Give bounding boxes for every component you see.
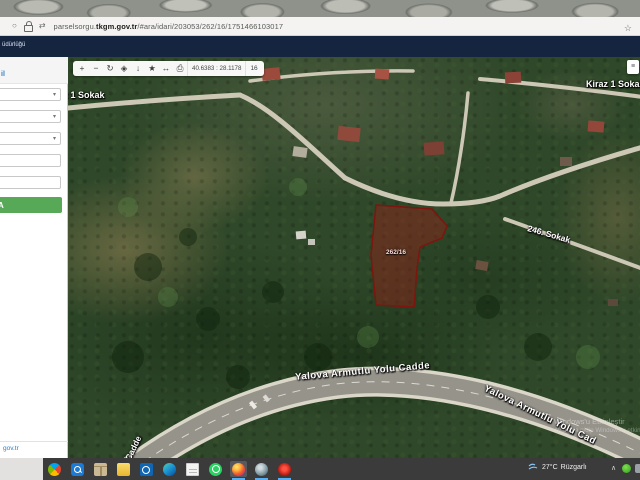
query-button-label-fragment: A	[0, 201, 4, 210]
firefox-app-button[interactable]	[230, 461, 247, 480]
map-geometry	[68, 67, 640, 458]
google-earth-app-button[interactable]	[253, 461, 270, 480]
parcel-number-label[interactable]: 262/16	[368, 249, 424, 256]
whatsapp-icon	[209, 462, 222, 476]
street-label-kiraz-1-sokak-right: Kiraz 1 Sokak	[586, 79, 640, 89]
taskbar-pinned-apps	[46, 461, 293, 480]
record-icon	[278, 462, 291, 476]
url-domain: tkgm.gov.tr	[96, 21, 138, 31]
site-title-fragment: üdürlüğü	[2, 42, 26, 48]
document-icon	[186, 462, 199, 476]
screen: ○ ⇄ parselsorgu.tkgm.gov.tr/#ara/idari/2…	[0, 0, 640, 480]
chevron-down-icon: ▾	[52, 114, 56, 120]
block-number-input[interactable]	[0, 154, 61, 167]
download-button[interactable]: ↓	[131, 61, 145, 76]
tray-clipped-icon[interactable]	[635, 464, 640, 473]
outlook-icon	[140, 462, 153, 476]
measure-button[interactable]: ↔	[159, 61, 173, 76]
firefox-icon	[232, 462, 245, 476]
store-app-button[interactable]	[92, 461, 109, 477]
search-icon	[71, 462, 84, 476]
street-label-kiraz-1-sokak: Kiraz 1 Sokak	[68, 90, 105, 100]
zoom-in-button[interactable]: +	[75, 61, 89, 76]
taskbar-search-area[interactable]	[0, 458, 43, 480]
bookmark-star-icon[interactable]: ☆	[624, 19, 632, 37]
lock-icon[interactable]	[23, 20, 33, 32]
url-text[interactable]: parselsorgu.tkgm.gov.tr/#ara/idari/20305…	[54, 22, 284, 31]
parcel-number-input[interactable]	[0, 176, 61, 189]
taskbar: 27°C Rüzgarlı ∧	[0, 458, 640, 480]
folder-icon	[117, 462, 130, 476]
weather-condition: Rüzgarlı	[560, 464, 587, 471]
url-path: /#ara/idari/203053/262/16/1751466103017	[137, 21, 284, 31]
google-earth-icon	[255, 462, 268, 476]
site-permissions-icon[interactable]: ○	[12, 17, 17, 35]
weather-widget[interactable]: 27°C Rüzgarlı	[528, 463, 587, 472]
outlook-app-button[interactable]	[138, 461, 155, 477]
zoom-level-readout: 16	[245, 61, 261, 76]
sidebar-footer-divider	[0, 441, 68, 442]
layers-toggle-button[interactable]: ≡	[627, 60, 639, 74]
lock-body	[23, 25, 33, 32]
sidebar-footer-link[interactable]: gov.tr	[3, 445, 19, 452]
weather-temperature: 27°C	[542, 464, 558, 471]
search-app-button[interactable]	[69, 461, 86, 477]
chevron-down-icon: ▾	[52, 92, 56, 98]
watermark-line-1: Windows'u Etkinleştir	[554, 417, 625, 426]
document-app-button[interactable]	[184, 461, 201, 477]
reader-mode-icon[interactable]: ⇄	[39, 17, 46, 35]
edge-icon	[163, 462, 176, 476]
sidebar-header-strip	[0, 57, 68, 84]
print-button[interactable]: ⎙	[173, 61, 187, 76]
query-button[interactable]: A	[0, 197, 62, 213]
desktop-wallpaper	[0, 0, 640, 17]
zoom-out-button[interactable]: −	[89, 61, 103, 76]
photos-app-button[interactable]	[46, 461, 63, 477]
wind-icon	[528, 463, 538, 470]
chevron-down-icon: ▾	[52, 136, 56, 142]
parcel-polygon	[370, 204, 448, 308]
locate-button[interactable]: ◈	[117, 61, 131, 76]
district-select[interactable]: ▾	[0, 110, 61, 123]
province-select[interactable]: ▾	[0, 88, 61, 101]
windows-activation-watermark: Windows'u Etkinleştir Ayarlar'a gidip Wi…	[554, 417, 640, 435]
sidebar-tab-label-fragment[interactable]: il	[1, 71, 5, 78]
browser-address-bar[interactable]: ○ ⇄ parselsorgu.tkgm.gov.tr/#ara/idari/2…	[0, 17, 640, 36]
recorder-app-button[interactable]	[276, 461, 293, 480]
watermark-line-2: Ayarlar'a gidip Windows'u etkinleştirin.	[554, 427, 640, 434]
refresh-button[interactable]: ↻	[103, 61, 117, 76]
map-toolbar: + − ↻ ◈ ↓ ★ ↔ ⎙ 40.6383 : 28.1178 16	[73, 61, 264, 76]
coordinates-readout: 40.6383 : 28.1178	[187, 61, 245, 76]
photos-icon	[48, 462, 61, 476]
tray-expand-chevron-icon[interactable]: ∧	[611, 464, 616, 472]
map-canvas[interactable]: Kiraz 1 Sokak Kiraz 1 Sokak 246. Sokak Y…	[68, 57, 640, 458]
neighborhood-select[interactable]: ▾	[0, 132, 61, 145]
query-sidebar: il ▾ ▾ ▾ A gov.tr	[0, 57, 68, 458]
whatsapp-app-button[interactable]	[207, 461, 224, 477]
edge-app-button[interactable]	[161, 461, 178, 477]
package-box-icon	[94, 462, 107, 476]
favorites-button[interactable]: ★	[145, 61, 159, 76]
tray-antivirus-icon[interactable]	[622, 464, 631, 473]
url-prefix: parselsorgu.	[53, 21, 97, 31]
site-header: üdürlüğü	[0, 36, 640, 57]
file-explorer-button[interactable]	[115, 461, 132, 477]
